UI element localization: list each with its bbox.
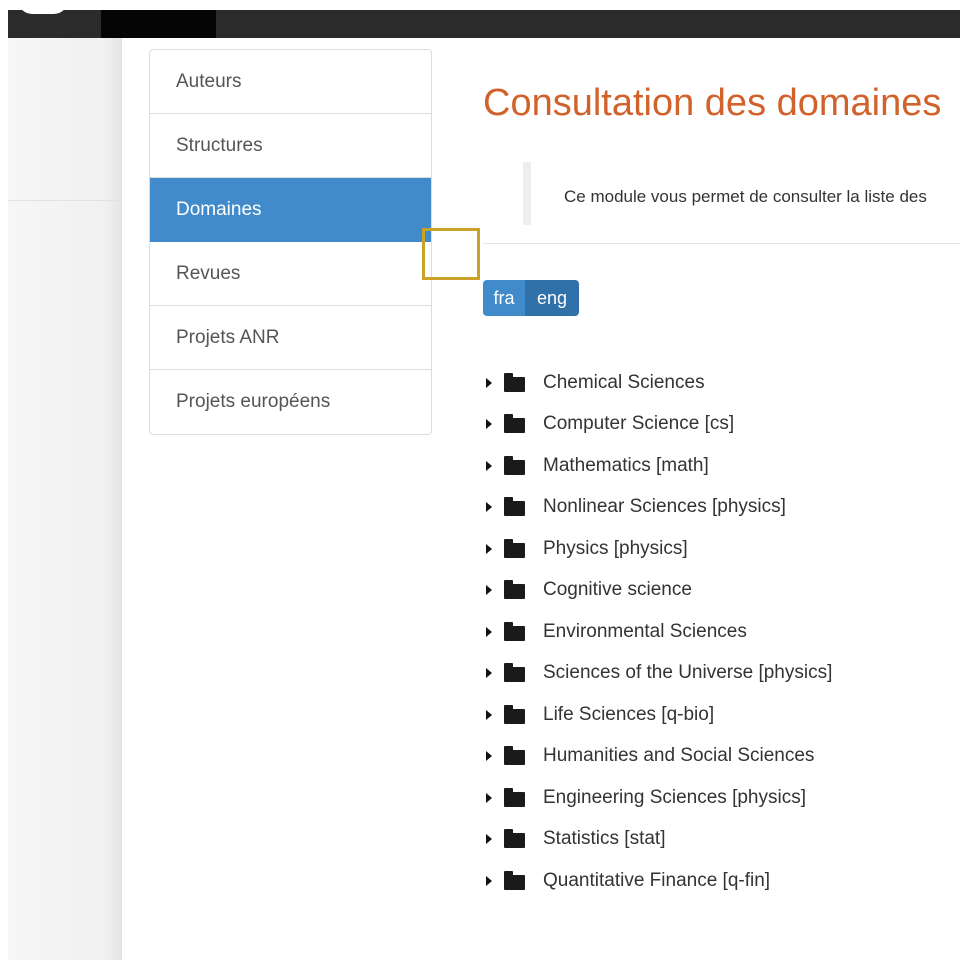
- caret-right-icon[interactable]: [486, 792, 492, 803]
- folder-icon: [504, 704, 525, 724]
- folder-icon: [504, 870, 525, 890]
- domain-tree-item[interactable]: Quantitative Finance [q-fin]: [486, 860, 832, 902]
- domain-label[interactable]: Statistics [stat]: [543, 828, 665, 850]
- lang-fra-button[interactable]: fra: [483, 280, 525, 316]
- domain-label[interactable]: Chemical Sciences: [543, 372, 705, 394]
- domain-label[interactable]: Humanities and Social Sciences: [543, 745, 814, 767]
- navbar-block[interactable]: [101, 10, 216, 38]
- caret-right-icon[interactable]: [486, 460, 492, 471]
- domain-label[interactable]: Mathematics [math]: [543, 455, 709, 477]
- gutter-divider: [8, 200, 122, 201]
- domain-label[interactable]: Quantitative Finance [q-fin]: [543, 870, 770, 892]
- top-navbar: [8, 10, 960, 38]
- domain-tree-item[interactable]: Nonlinear Sciences [physics]: [486, 487, 832, 529]
- sidebar-item-domaines[interactable]: Domaines: [150, 178, 431, 242]
- page-title: Consultation des domaines: [483, 82, 942, 124]
- left-gutter: [8, 38, 122, 960]
- folder-icon: [504, 372, 525, 392]
- sidebar-item-structures[interactable]: Structures: [150, 114, 431, 178]
- caret-right-icon[interactable]: [486, 626, 492, 637]
- caret-right-icon[interactable]: [486, 668, 492, 679]
- folder-icon: [504, 497, 525, 517]
- sidebar-menu: Auteurs Structures Domaines Revues Proje…: [149, 49, 432, 435]
- domain-tree-item[interactable]: Environmental Sciences: [486, 611, 832, 653]
- caret-right-icon[interactable]: [486, 585, 492, 596]
- domain-label[interactable]: Physics [physics]: [543, 538, 688, 560]
- sidebar-item-projets-europeens[interactable]: Projets européens: [150, 370, 431, 434]
- module-description: Ce module vous permet de consulter la li…: [523, 162, 960, 225]
- sidebar-item-projets-anr[interactable]: Projets ANR: [150, 306, 431, 370]
- folder-icon: [504, 538, 525, 558]
- caret-right-icon[interactable]: [486, 751, 492, 762]
- folder-icon: [504, 580, 525, 600]
- domain-tree-item[interactable]: Cognitive science: [486, 570, 832, 612]
- domain-tree-item[interactable]: Sciences of the Universe [physics]: [486, 653, 832, 695]
- caret-right-icon[interactable]: [486, 709, 492, 720]
- caret-right-icon[interactable]: [486, 834, 492, 845]
- folder-icon: [504, 746, 525, 766]
- domain-label[interactable]: Engineering Sciences [physics]: [543, 787, 806, 809]
- sidebar-item-revues[interactable]: Revues: [150, 242, 431, 306]
- folder-icon: [504, 455, 525, 475]
- caret-right-icon[interactable]: [486, 502, 492, 513]
- domain-label[interactable]: Environmental Sciences: [543, 621, 747, 643]
- domain-tree-item[interactable]: Life Sciences [q-bio]: [486, 694, 832, 736]
- domain-tree-item[interactable]: Humanities and Social Sciences: [486, 736, 832, 778]
- domain-tree-item[interactable]: Statistics [stat]: [486, 819, 832, 861]
- caret-right-icon[interactable]: [486, 419, 492, 430]
- logo[interactable]: [8, 10, 88, 18]
- caret-right-icon[interactable]: [486, 377, 492, 388]
- domain-label[interactable]: Computer Science [cs]: [543, 413, 734, 435]
- domain-tree-item[interactable]: Computer Science [cs]: [486, 404, 832, 446]
- domain-label[interactable]: Life Sciences [q-bio]: [543, 704, 714, 726]
- divider: [483, 243, 960, 244]
- folder-icon: [504, 621, 525, 641]
- folder-icon: [504, 787, 525, 807]
- domain-tree-item[interactable]: Mathematics [math]: [486, 445, 832, 487]
- caret-right-icon[interactable]: [486, 875, 492, 886]
- domain-tree-item[interactable]: Physics [physics]: [486, 528, 832, 570]
- page: Auteurs Structures Domaines Revues Proje…: [0, 0, 960, 960]
- focus-highlight: [422, 228, 480, 280]
- sidebar-item-auteurs[interactable]: Auteurs: [150, 50, 431, 114]
- folder-icon: [504, 829, 525, 849]
- language-toggle: fra eng: [483, 280, 579, 316]
- domain-tree-item[interactable]: Engineering Sciences [physics]: [486, 777, 832, 819]
- page-edge: [0, 0, 8, 960]
- domain-label[interactable]: Sciences of the Universe [physics]: [543, 662, 832, 684]
- domain-label[interactable]: Cognitive science: [543, 579, 692, 601]
- folder-icon: [504, 663, 525, 683]
- folder-icon: [504, 414, 525, 434]
- domain-tree: Chemical Sciences Computer Science [cs] Ma…: [486, 362, 832, 902]
- domain-tree-item[interactable]: Chemical Sciences: [486, 362, 832, 404]
- lang-eng-button[interactable]: eng: [525, 280, 579, 316]
- caret-right-icon[interactable]: [486, 543, 492, 554]
- domain-label[interactable]: Nonlinear Sciences [physics]: [543, 496, 786, 518]
